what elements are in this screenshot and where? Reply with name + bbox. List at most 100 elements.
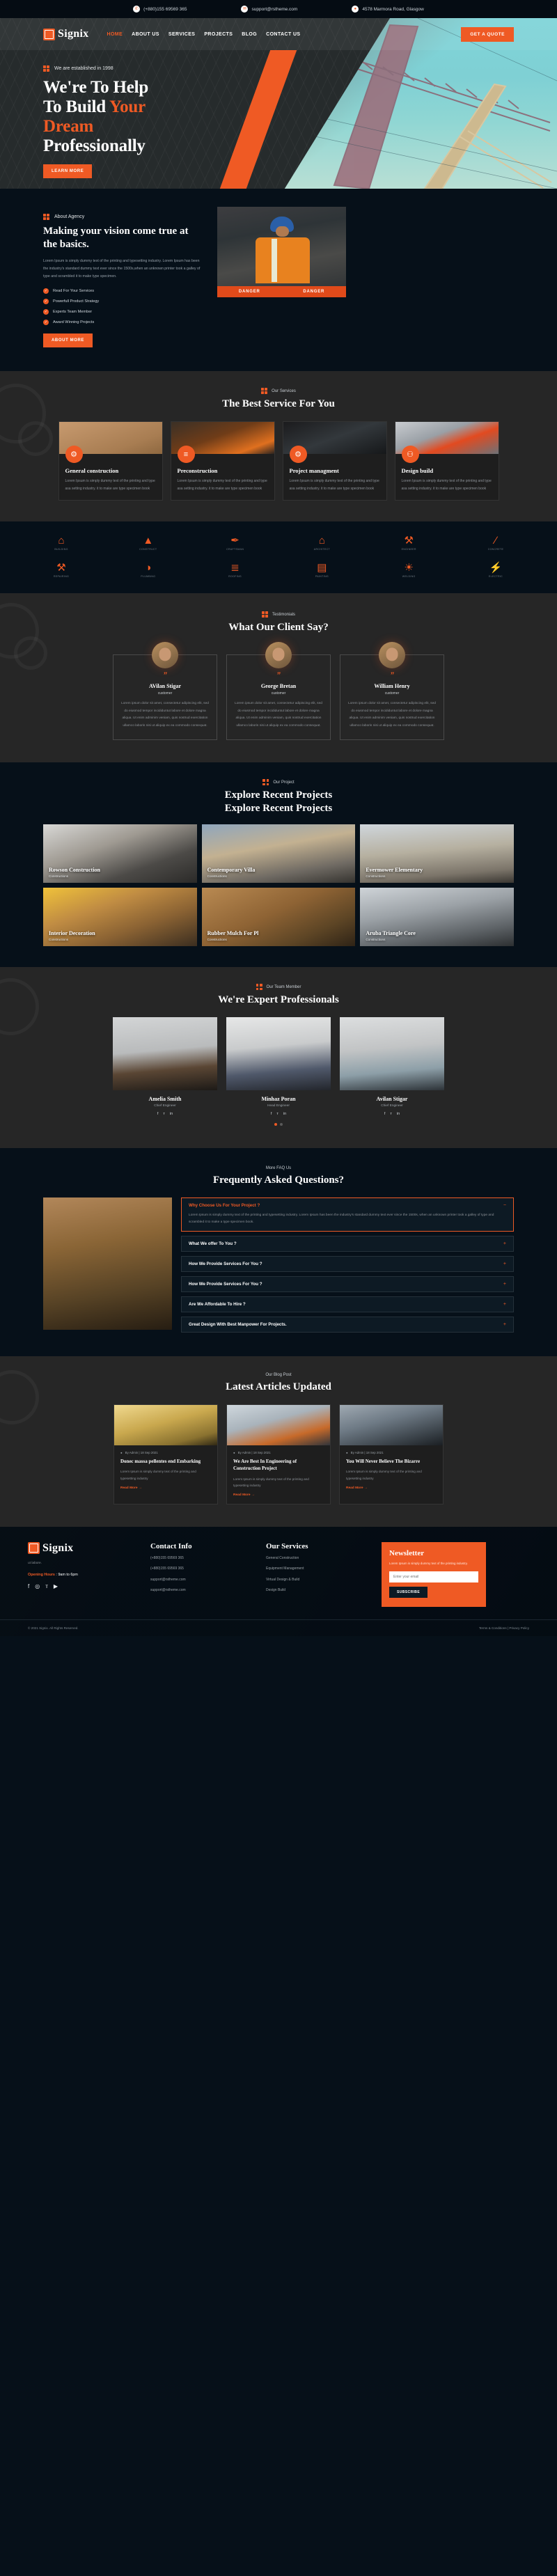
- project-card[interactable]: Contemporary Villa Constructions: [201, 824, 356, 883]
- facebook-icon[interactable]: f: [28, 1583, 29, 1589]
- twitter-icon[interactable]: ᴛ: [276, 1112, 278, 1116]
- brand-item[interactable]: ⌂ ARCHITECT: [304, 535, 340, 551]
- footer-service-link[interactable]: Virtual Design & Build: [266, 1577, 370, 1583]
- team-card[interactable]: Minhaz Poran Head Engineer f ᴛ in: [226, 1017, 331, 1116]
- brand-item[interactable]: ⚡ ELECTRIC: [478, 563, 514, 578]
- topbar-address[interactable]: ● 4578 Marmora Road, Glasgow: [352, 6, 424, 13]
- linkedin-icon[interactable]: in: [170, 1112, 173, 1116]
- footer-contact-line[interactable]: (+880)155 69569 365: [150, 1555, 255, 1562]
- footer-contact-line[interactable]: support@rstheme.com: [150, 1587, 255, 1594]
- brand-item[interactable]: ▤ PAINTING: [304, 563, 340, 578]
- footer-logo[interactable]: Signix: [28, 1542, 139, 1555]
- carousel-dot-1[interactable]: [274, 1123, 277, 1126]
- nav-item-blog[interactable]: BLOG: [242, 32, 257, 37]
- service-card[interactable]: ≡ Preconstruction Lorem Ipsum is simply …: [170, 421, 275, 501]
- nav-item-contact[interactable]: CONTACT US: [266, 32, 300, 37]
- hero-title: We're To Help To Build Your Dream Profes…: [43, 78, 278, 156]
- footer-service-link[interactable]: Equipment Management: [266, 1566, 370, 1572]
- worker-strap: [272, 239, 277, 282]
- team-card[interactable]: Avilan Stigar Chief Engineer f ᴛ in: [340, 1017, 444, 1116]
- project-card[interactable]: Evermower Elementary Constructions: [360, 824, 514, 883]
- facebook-icon[interactable]: f: [384, 1112, 386, 1116]
- testimonial-name: AVilan Stigar: [148, 683, 181, 690]
- blog-post-excerpt: Lorem Ipsum is simply dummy text of the …: [233, 1477, 309, 1488]
- user-icon: ●: [233, 1451, 235, 1455]
- about-more-button[interactable]: ABOUT MORE: [43, 333, 93, 348]
- brand-item[interactable]: ✒ CRAFTSMAN: [217, 535, 253, 551]
- twitter-icon[interactable]: ᴛ: [45, 1583, 48, 1589]
- user-icon: ●: [346, 1451, 348, 1455]
- faq-question: What We offer To You ?: [189, 1241, 237, 1247]
- blog-read-more-link[interactable]: Read More →: [340, 1482, 443, 1497]
- linkedin-icon[interactable]: in: [283, 1112, 286, 1116]
- brand-item[interactable]: ∕ CONCRETE: [478, 535, 514, 551]
- faq-item[interactable]: Great Design With Best Manpower For Proj…: [181, 1317, 514, 1333]
- twitter-icon[interactable]: ᴛ: [390, 1112, 392, 1116]
- brand-item[interactable]: ⚒ ENGINEER: [391, 535, 427, 551]
- project-card[interactable]: Aruba Triangle Core Constructions: [360, 888, 514, 947]
- nav-item-projects[interactable]: PROJECTS: [204, 32, 233, 37]
- quote-mark-icon: ”: [390, 671, 394, 680]
- blog-card[interactable]: ● By Admin | 18 Sep 2021 You Will Never …: [339, 1404, 444, 1505]
- brand-item[interactable]: ≣ ROOFING: [217, 563, 253, 578]
- sliders-icon: ≡: [177, 446, 195, 464]
- blog-card[interactable]: ● By Admin | 18 Sep 2021 Donec massa pel…: [113, 1404, 218, 1505]
- brand-item[interactable]: ☀ WELDING: [391, 563, 427, 578]
- facebook-icon[interactable]: f: [157, 1112, 159, 1116]
- faq-item[interactable]: How We Provide Services For You ? +: [181, 1276, 514, 1293]
- brand-label: PAINTING: [315, 575, 329, 579]
- team-role: Head Engineer: [267, 1104, 290, 1108]
- service-card[interactable]: ⚙ General construction Lorem Ipsum is si…: [58, 421, 163, 501]
- twitter-icon[interactable]: ᴛ: [163, 1112, 165, 1116]
- about-section: About Agency Making your vision come tru…: [0, 189, 557, 372]
- hero-learn-more-button[interactable]: LEARN MORE: [43, 164, 93, 178]
- brand-item[interactable]: ▲ CONSTRUCT: [130, 535, 166, 551]
- faq-item-open[interactable]: Why Choose Us For Your Project ? − Lorem…: [181, 1197, 514, 1232]
- brand-item[interactable]: ⚒ REPAIRING: [43, 563, 79, 578]
- plus-icon: +: [503, 1241, 506, 1247]
- nav-item-home[interactable]: HOME: [107, 32, 123, 37]
- facebook-icon[interactable]: f: [271, 1112, 272, 1116]
- service-card[interactable]: ⚙ Project managment Lorem Ipsum is simpl…: [282, 421, 387, 501]
- footer-legal-links[interactable]: Terms & Conditions | Privacy Policy: [479, 1626, 529, 1630]
- team-carousel-dots[interactable]: [0, 1123, 557, 1126]
- brand-item[interactable]: ⌂ BUILDING: [43, 535, 79, 551]
- blog-read-more-link[interactable]: Read More →: [114, 1482, 217, 1497]
- nav-item-about[interactable]: ABOUT US: [132, 32, 159, 37]
- linkedin-icon[interactable]: in: [397, 1112, 400, 1116]
- brand-item[interactable]: ◑ PLUMBING: [130, 563, 166, 578]
- check-circle-icon: ✓: [43, 320, 49, 326]
- blog-read-more-link[interactable]: Read More →: [227, 1489, 330, 1504]
- get-a-quote-button[interactable]: GET A QUOTE: [461, 26, 514, 42]
- service-card[interactable]: ⚇ Design build Lorem Ipsum is simply dum…: [394, 421, 499, 501]
- carousel-dot-2[interactable]: [280, 1123, 283, 1126]
- footer-service-link[interactable]: Design Build: [266, 1587, 370, 1594]
- about-check-item: ✓ Experts Team Member: [43, 309, 203, 315]
- project-card[interactable]: Interior Decoration Constructions: [43, 888, 197, 947]
- nav-item-services[interactable]: SERVICES: [168, 32, 195, 37]
- project-card[interactable]: Rowson Construction Constructions: [43, 824, 197, 883]
- project-card[interactable]: Rubber Mulch For Pl Constructions: [201, 888, 356, 947]
- logo[interactable]: Signix: [43, 28, 89, 40]
- topbar-email[interactable]: ✉ support@rstheme.com: [241, 6, 297, 13]
- footer-services-title: Our Services: [266, 1541, 308, 1550]
- avatar: [265, 642, 292, 669]
- faq-item[interactable]: How We Provide Services For You ? +: [181, 1256, 514, 1273]
- faq-item[interactable]: Are We Affordable To Hire ? +: [181, 1296, 514, 1313]
- document-gear-icon: ⚙: [289, 446, 307, 464]
- footer-contact-line[interactable]: (+880)155 69569 365: [150, 1566, 255, 1572]
- instagram-icon[interactable]: ◎: [35, 1583, 40, 1589]
- faq-item[interactable]: What We offer To You ? +: [181, 1236, 514, 1252]
- footer-service-link[interactable]: General Construction: [266, 1555, 370, 1562]
- footer-contact-line[interactable]: support@rstheme.com: [150, 1577, 255, 1583]
- team-card[interactable]: Amelia Smith Chief Engineer f ᴛ in: [113, 1017, 217, 1116]
- newsletter-email-input[interactable]: [389, 1571, 478, 1583]
- team-photo: [113, 1017, 217, 1091]
- project-subtitle: Constructions: [366, 874, 386, 879]
- brand-label: CONSTRUCT: [139, 548, 157, 551]
- team-name: Minhaz Poran: [261, 1096, 296, 1103]
- newsletter-subscribe-button[interactable]: SUBSCRIBE: [389, 1587, 428, 1599]
- youtube-icon[interactable]: ▶: [54, 1583, 58, 1589]
- blog-card[interactable]: ● By Admin | 18 Sep 2021 We Are Best In …: [226, 1404, 331, 1505]
- topbar-phone[interactable]: ✆ (+880)155 69569 365: [133, 6, 187, 13]
